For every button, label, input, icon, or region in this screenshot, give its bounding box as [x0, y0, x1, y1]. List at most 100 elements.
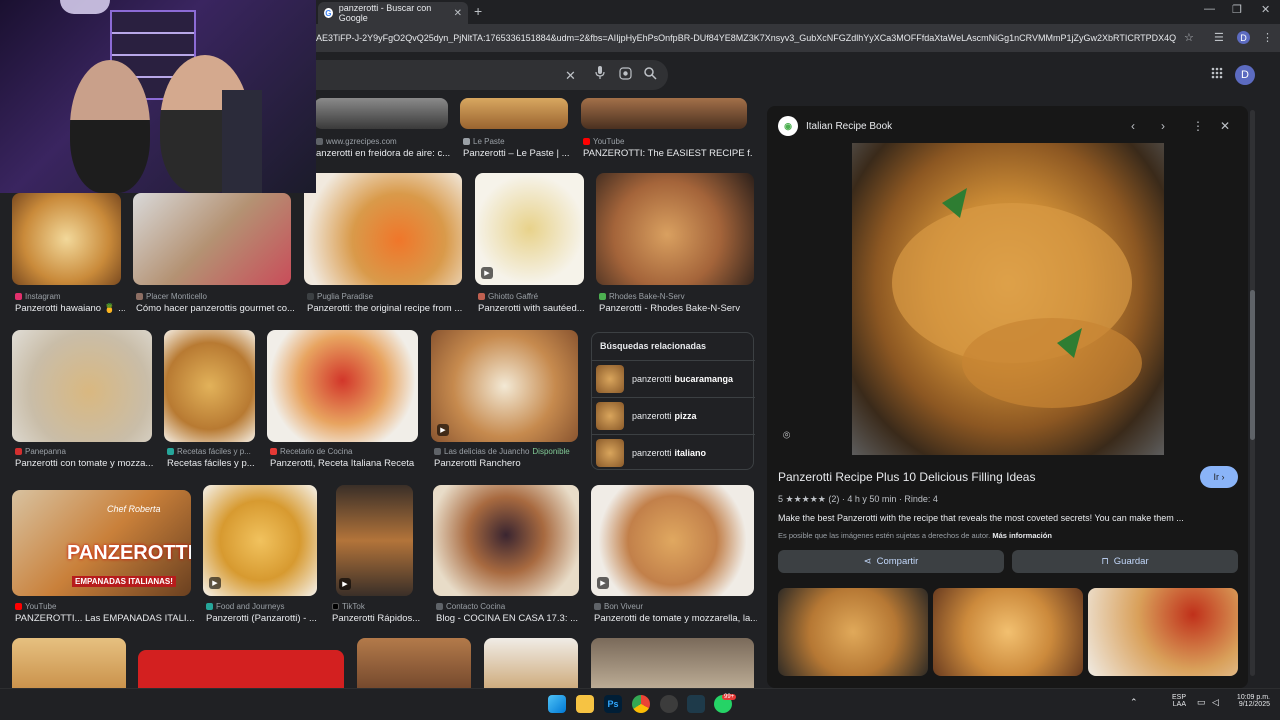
tab-close-icon[interactable]: ✕: [454, 8, 462, 19]
bookmark-star-icon[interactable]: ☆: [1184, 31, 1194, 44]
share-button[interactable]: ⋖ Compartir: [778, 550, 1004, 573]
google-account-avatar[interactable]: D: [1235, 65, 1255, 85]
lens-search-icon[interactable]: ⌾: [783, 428, 790, 443]
result-image[interactable]: [433, 485, 579, 596]
panel-rating: 5 ★★★★★ (2) · 4 h y 50 min · Rinde: 4: [778, 494, 938, 504]
result-image[interactable]: [304, 173, 462, 285]
photoshop-icon[interactable]: Ps: [604, 695, 622, 713]
video-play-icon: ▶: [339, 578, 351, 590]
result-image[interactable]: [484, 638, 578, 688]
result-image[interactable]: ▶: [336, 485, 413, 596]
browser-menu-icon[interactable]: ⋮: [1262, 31, 1273, 44]
system-clock[interactable]: 10:09 p.m. 9/12/2025: [1222, 694, 1270, 708]
next-icon[interactable]: ›: [1161, 119, 1165, 133]
more-info-link[interactable]: Más información: [992, 531, 1052, 540]
tray-chevron-icon[interactable]: ⌃: [1130, 697, 1138, 708]
result-title[interactable]: Panzerotti hawaiano 🍍 ...: [15, 303, 125, 314]
close-panel-icon[interactable]: ✕: [1220, 119, 1230, 133]
new-tab-icon[interactable]: +: [474, 3, 482, 19]
result-image[interactable]: [12, 193, 121, 285]
app-icon[interactable]: [687, 695, 705, 713]
share-label: Compartir: [876, 556, 919, 567]
more-options-icon[interactable]: ⋮: [1192, 119, 1204, 133]
result-image[interactable]: [12, 330, 152, 442]
result-title[interactable]: Blog - COCINA EN CASA 17.3: ...: [436, 613, 582, 624]
thumbnail-overlay-chef: Chef Roberta: [107, 504, 161, 514]
related-search-item[interactable]: panzerotti italiano: [592, 434, 755, 471]
minimize-icon[interactable]: —: [1204, 3, 1215, 15]
result-title[interactable]: Panzerotti - Rhodes Bake-N-Serv: [599, 303, 757, 314]
tab-search-icon[interactable]: ☰: [1214, 31, 1224, 44]
result-image[interactable]: [314, 98, 448, 129]
result-title[interactable]: Panzerotti Ranchero: [434, 458, 579, 469]
panel-title[interactable]: Panzerotti Recipe Plus 10 Delicious Fill…: [778, 470, 1035, 484]
result-image[interactable]: [267, 330, 418, 442]
result-source: YouTube: [15, 602, 56, 611]
related-search-item[interactable]: panzerotti bucaramanga: [592, 360, 755, 397]
search-input[interactable]: [300, 60, 668, 90]
result-title[interactable]: Panzerotti con tomate y mozza...: [15, 458, 155, 469]
result-image[interactable]: [133, 193, 291, 285]
result-image[interactable]: ▶: [475, 173, 584, 285]
result-title[interactable]: Panzerotti Rápidos...: [332, 613, 428, 624]
result-image[interactable]: [460, 98, 568, 129]
result-source: Food and Journeys: [206, 602, 285, 611]
result-title[interactable]: Panzerotti (Panzarotti) - ...: [206, 613, 320, 624]
clear-search-icon[interactable]: ✕: [565, 68, 576, 84]
video-badge-icon: ▶: [481, 267, 493, 279]
previous-icon[interactable]: ‹: [1131, 119, 1135, 133]
site-favicon-icon: [434, 448, 441, 455]
site-favicon-icon: [206, 603, 213, 610]
related-image[interactable]: [933, 588, 1083, 676]
result-title[interactable]: Panzerotti, Receta Italiana Receta: [270, 458, 420, 469]
save-button[interactable]: ⊓ Guardar: [1012, 550, 1238, 573]
obs-icon[interactable]: [660, 695, 678, 713]
result-title[interactable]: Panzerotti: the original recipe from ...: [307, 303, 465, 314]
panel-site-header[interactable]: ◉ Italian Recipe Book: [778, 116, 892, 136]
result-title[interactable]: PANZEROTTI: The EASIEST RECIPE f...: [583, 148, 753, 159]
result-image[interactable]: [164, 330, 255, 442]
maximize-icon[interactable]: ❐: [1232, 3, 1242, 16]
result-image[interactable]: Chef Roberta PANZEROTTI EMPANADAS ITALIA…: [12, 490, 191, 596]
result-image[interactable]: [12, 638, 126, 688]
tab-panzerotti[interactable]: G panzerotti - Buscar con Google ✕: [318, 2, 468, 24]
tab-title: panzerotti - Buscar con Google: [338, 3, 432, 23]
file-explorer-icon[interactable]: [576, 695, 594, 713]
result-title[interactable]: Cómo hacer panzerottis gourmet co...: [136, 303, 294, 314]
url-field[interactable]: AE3TiFP-J-2Y9yFgO2QvQ25dyn_PjNltTA:17653…: [316, 33, 1176, 43]
keyboard-lang[interactable]: ESP LAA: [1166, 694, 1186, 708]
result-title[interactable]: Panzerotti with sautéed...: [478, 303, 588, 314]
result-image[interactable]: [138, 650, 344, 688]
result-image[interactable]: ▶: [203, 485, 317, 596]
result-image[interactable]: [357, 638, 471, 688]
network-icon[interactable]: ▭: [1197, 697, 1206, 708]
related-image[interactable]: [778, 588, 928, 676]
scrollbar-thumb[interactable]: [1250, 290, 1255, 440]
visit-button[interactable]: Ir ›: [1200, 466, 1238, 488]
result-image[interactable]: [581, 98, 747, 129]
related-search-item[interactable]: panzerotti pizza: [592, 397, 755, 434]
clock-time: 10:09 p.m.: [1236, 694, 1270, 701]
mic-icon[interactable]: [595, 66, 605, 83]
result-image[interactable]: [596, 173, 754, 285]
panel-scrollbar[interactable]: [1250, 110, 1255, 676]
preview-main-image[interactable]: [852, 143, 1164, 455]
related-image[interactable]: [1088, 588, 1238, 676]
share-icon: ⋖: [863, 556, 872, 567]
window-close-icon[interactable]: ✕: [1261, 3, 1270, 16]
result-image[interactable]: ▶: [431, 330, 578, 442]
result-title[interactable]: Recetas fáciles y p...: [167, 458, 259, 469]
windows-start-icon[interactable]: [548, 695, 566, 713]
result-title[interactable]: Panzerotti – Le Paste | ...: [463, 148, 573, 159]
result-title[interactable]: PANZEROTTI... Las EMPANADAS ITALI...: [15, 613, 195, 624]
result-title[interactable]: anzerotti en freidora de aire: c...: [316, 148, 450, 159]
volume-icon[interactable]: ◁: [1212, 697, 1219, 708]
browser-profile-avatar[interactable]: D: [1237, 31, 1250, 44]
result-image[interactable]: [591, 638, 754, 688]
chrome-icon[interactable]: [632, 695, 650, 713]
lens-icon[interactable]: [619, 67, 632, 83]
result-image[interactable]: ▶: [591, 485, 754, 596]
result-title[interactable]: Panzerotti de tomate y mozzarella, la...: [594, 613, 757, 624]
search-icon[interactable]: [644, 67, 657, 83]
apps-grid-icon[interactable]: [1211, 67, 1223, 82]
